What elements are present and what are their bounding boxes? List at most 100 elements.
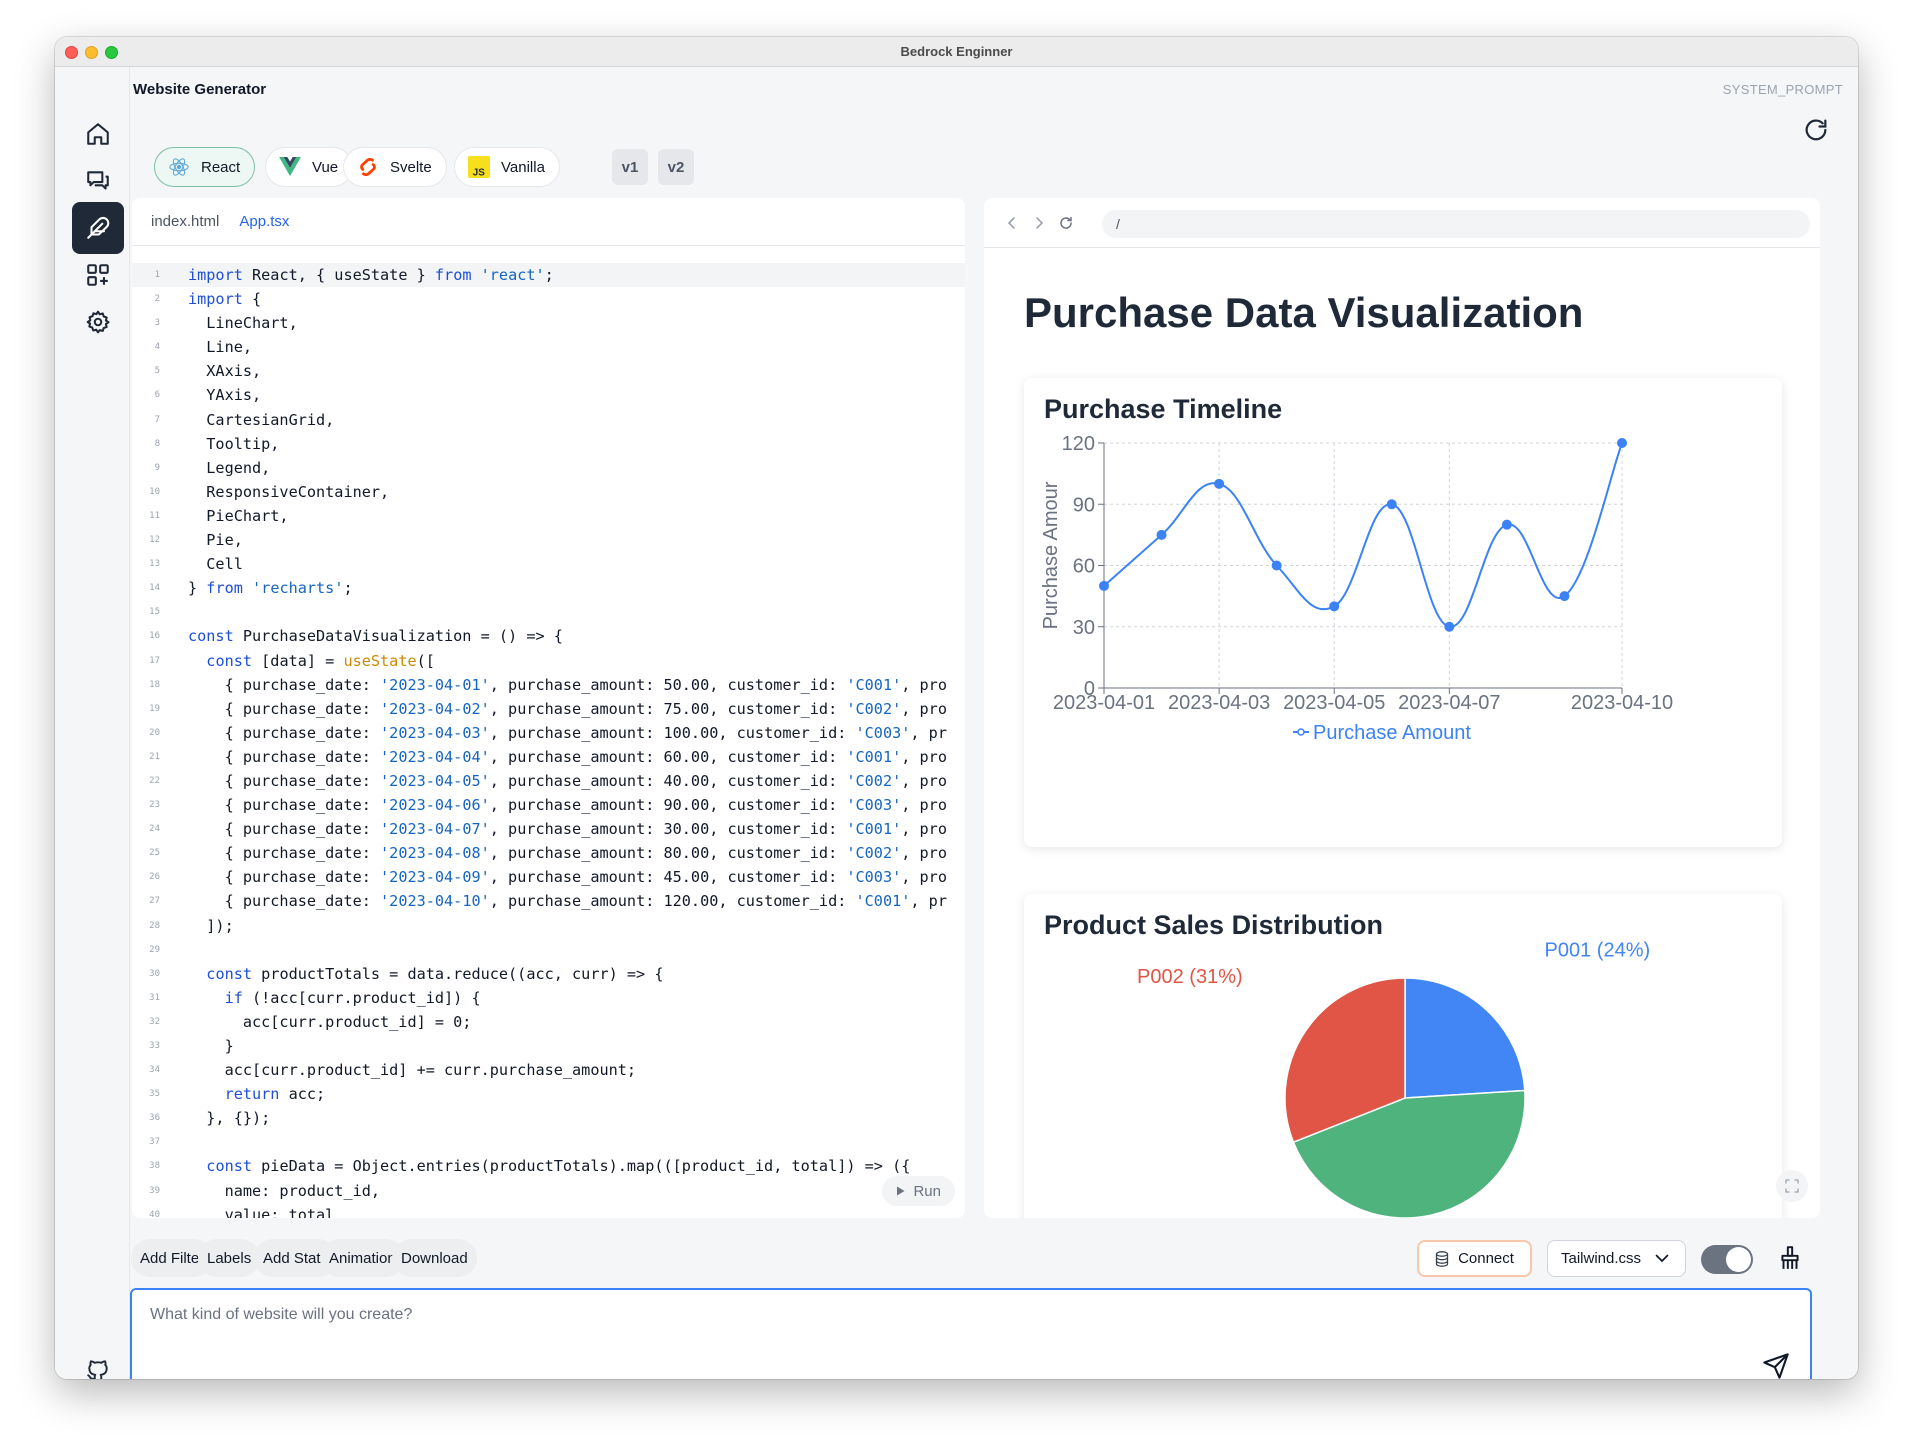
- framework-button-vue[interactable]: Vue: [265, 147, 354, 187]
- framework-button-svelte[interactable]: Svelte: [343, 147, 447, 187]
- line-number: 38: [149, 1161, 160, 1172]
- line-number: 40: [149, 1209, 160, 1218]
- code-line: 39 name: product_id,: [132, 1179, 965, 1203]
- framework-button-vanilla[interactable]: JS Vanilla: [454, 147, 560, 187]
- code-line: 2 import {: [132, 287, 965, 311]
- code-line: 17 const [data] = useState([: [132, 649, 965, 673]
- line-number: 4: [154, 342, 160, 353]
- home-icon: [87, 123, 109, 145]
- framework-button-react[interactable]: React: [154, 147, 256, 187]
- line-number: 22: [149, 775, 160, 786]
- sidebar-item-github[interactable]: [72, 1345, 124, 1379]
- code-line: 18 { purchase_date: '2023-04-01', purcha…: [132, 673, 965, 697]
- sidebar-item-settings[interactable]: [72, 296, 124, 348]
- code-text: const [data] = useState([: [206, 651, 435, 670]
- forward-icon[interactable]: [1031, 215, 1047, 231]
- code-text: { purchase_date: '2023-04-10', purchase_…: [188, 892, 947, 911]
- broom-icon[interactable]: [1777, 1245, 1803, 1271]
- line-number: 27: [149, 896, 160, 907]
- run-button[interactable]: Run: [882, 1176, 955, 1206]
- version-button-v1[interactable]: v1: [612, 149, 648, 185]
- send-icon[interactable]: [1762, 1352, 1790, 1379]
- sidebar-item-chat[interactable]: [72, 155, 124, 207]
- code-text: const PurchaseDataVisualization = () => …: [188, 627, 563, 646]
- js-icon: JS: [467, 155, 491, 179]
- data-point: [1559, 591, 1570, 602]
- line-number: 19: [149, 703, 160, 714]
- suggestion-chip[interactable]: Labels: [198, 1239, 261, 1277]
- window-title: Bedrock Enginner: [900, 44, 1013, 59]
- app-window: Bedrock Enginner Website Generator SYSTE…: [55, 37, 1858, 1379]
- code-content[interactable]: 1 import React, { useState } from 'react'…: [132, 263, 965, 1218]
- github-icon: [87, 1360, 108, 1379]
- code-line: 30 const productTotals = data.reduce((ac…: [132, 962, 965, 986]
- data-point: [1214, 478, 1225, 489]
- code-text: } from 'recharts';: [188, 579, 353, 598]
- code-line: 14} from 'recharts';: [132, 576, 965, 600]
- line-number: 3: [154, 318, 160, 329]
- vue-icon: [278, 155, 302, 179]
- line-number: 32: [149, 1016, 160, 1027]
- y-tick-label: 120: [1062, 433, 1095, 455]
- fullscreen-button[interactable]: [1776, 1170, 1808, 1202]
- line-number: 8: [154, 438, 160, 449]
- line-number: 18: [149, 679, 160, 690]
- file-tab-index-html[interactable]: index.html: [151, 213, 219, 230]
- line-number: 17: [149, 655, 160, 666]
- code-line: 32 acc[curr.product_id] = 0;: [132, 1010, 965, 1034]
- code-line: 34 acc[curr.product_id] += curr.purchase…: [132, 1058, 965, 1082]
- code-line: 13 Cell: [132, 552, 965, 576]
- line-number: 29: [149, 944, 160, 955]
- code-line: 24 { purchase_date: '2023-04-07', purcha…: [132, 817, 965, 841]
- line-number: 21: [149, 751, 160, 762]
- reload-icon[interactable]: [1058, 215, 1074, 231]
- refresh-icon[interactable]: [1802, 116, 1830, 144]
- code-line: 23 { purchase_date: '2023-04-06', purcha…: [132, 793, 965, 817]
- line-number: 16: [149, 631, 160, 642]
- prompt-input[interactable]: [150, 1306, 1740, 1324]
- code-text: PieChart,: [188, 506, 289, 525]
- style-select[interactable]: Tailwind.css: [1547, 1240, 1686, 1277]
- code-editor: index.html App.tsx 1 import React, { useS…: [132, 198, 965, 1218]
- line-number: 34: [149, 1065, 160, 1076]
- sidebar-item-step-functions[interactable]: [72, 249, 124, 301]
- connect-button[interactable]: Connect: [1417, 1240, 1532, 1277]
- code-text: Tooltip,: [188, 434, 280, 453]
- framework-label: Svelte: [390, 158, 432, 176]
- code-line: 4 Line,: [132, 335, 965, 359]
- suggestion-chip[interactable]: Download: [392, 1239, 477, 1277]
- code-text: { purchase_date: '2023-04-04', purchase_…: [188, 747, 947, 766]
- pie-card: Product Sales Distribution P001 (24%) P00…: [1024, 894, 1782, 1218]
- code-line: 9 Legend,: [132, 456, 965, 480]
- line-number: 36: [149, 1113, 160, 1124]
- file-tab-app-tsx[interactable]: App.tsx: [239, 213, 289, 230]
- toggle-knob: [1726, 1247, 1751, 1272]
- x-tick-label: 2023-04-05: [1283, 692, 1385, 714]
- code-line: 35 return acc;: [132, 1082, 965, 1106]
- code-line: 40 value: total: [132, 1203, 965, 1218]
- code-text: acc[curr.product_id] = 0;: [188, 1012, 472, 1031]
- agent-toggle[interactable]: [1701, 1245, 1753, 1274]
- sidebar-item-website-generator[interactable]: [72, 202, 124, 254]
- pie-slice-label: P002 (31%): [1137, 966, 1243, 988]
- code-line: 20 { purchase_date: '2023-04-03', purcha…: [132, 721, 965, 745]
- pie-chart: P001 (24%) P002 (31%): [1137, 939, 1650, 1218]
- line-number: 20: [149, 727, 160, 738]
- version-button-v2[interactable]: v2: [658, 149, 694, 185]
- line-number: 23: [149, 800, 160, 811]
- line-number: 9: [154, 462, 160, 473]
- code-line: 19 { purchase_date: '2023-04-02', purcha…: [132, 697, 965, 721]
- line-number: 15: [149, 607, 160, 618]
- system-prompt-link[interactable]: SYSTEM_PROMPT: [1723, 82, 1843, 97]
- data-point: [1501, 519, 1512, 530]
- sidebar-item-home[interactable]: [72, 108, 124, 160]
- line-number: 13: [149, 559, 160, 570]
- timeline-card: Purchase Timeline 0 30 60 90 120 2023-04-01 20…: [1024, 378, 1782, 847]
- line-number: 28: [149, 920, 160, 931]
- code-line: 33 }: [132, 1034, 965, 1058]
- url-bar[interactable]: /: [1102, 210, 1810, 238]
- code-line: 11 PieChart,: [132, 504, 965, 528]
- back-icon[interactable]: [1004, 215, 1020, 231]
- code-text: if (!acc[curr.product_id]) {: [224, 988, 481, 1007]
- framework-label: React: [201, 158, 241, 176]
